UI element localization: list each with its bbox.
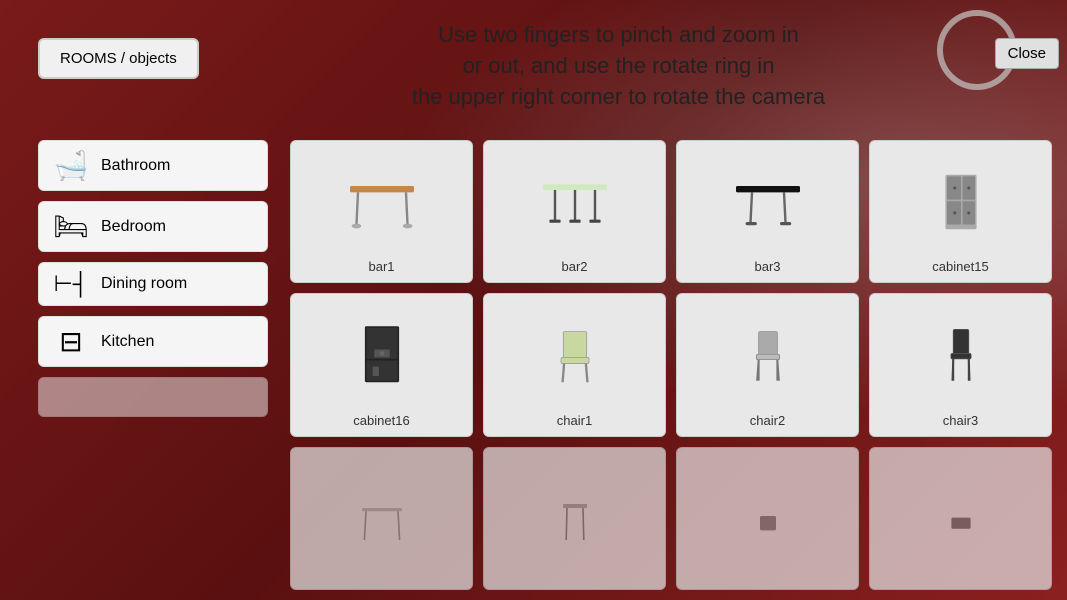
bar2-preview xyxy=(492,149,657,255)
object-bar1[interactable]: bar1 xyxy=(290,140,473,283)
cabinet15-icon xyxy=(921,167,1001,237)
object-item9[interactable] xyxy=(290,447,473,590)
item9-preview xyxy=(299,456,464,577)
object-bar2[interactable]: bar2 xyxy=(483,140,666,283)
chair3-label: chair3 xyxy=(943,413,978,428)
item11-preview xyxy=(685,456,850,577)
dining-room-icon: ⊢┤ xyxy=(53,271,89,297)
bar3-preview xyxy=(685,149,850,255)
object-item11[interactable] xyxy=(676,447,859,590)
bar1-icon xyxy=(342,167,422,237)
object-chair1[interactable]: chair1 xyxy=(483,293,666,436)
object-item12[interactable] xyxy=(869,447,1052,590)
item10-preview xyxy=(492,456,657,577)
sidebar-item-bedroom[interactable]: 🛏 Bedroom xyxy=(38,201,268,252)
object-chair2[interactable]: chair2 xyxy=(676,293,859,436)
chair1-label: chair1 xyxy=(557,413,592,428)
cabinet16-preview xyxy=(299,302,464,408)
bar1-label: bar1 xyxy=(368,259,394,274)
cabinet15-preview xyxy=(878,149,1043,255)
object-bar3[interactable]: bar3 xyxy=(676,140,859,283)
close-button[interactable]: Close xyxy=(995,38,1059,69)
cabinet16-label: cabinet16 xyxy=(353,413,409,428)
chair3-preview xyxy=(878,302,1043,408)
sidebar-item-label: Dining room xyxy=(101,275,187,293)
bar1-preview xyxy=(299,149,464,255)
sidebar-item-label: Bathroom xyxy=(101,157,170,175)
chair3-icon xyxy=(921,320,1001,390)
chair2-label: chair2 xyxy=(750,413,785,428)
cabinet15-label: cabinet15 xyxy=(932,259,988,274)
bedroom-icon: 🛏 xyxy=(53,210,89,243)
chair2-icon xyxy=(728,320,808,390)
sidebar-item-label: Bedroom xyxy=(101,218,166,236)
object-item10[interactable] xyxy=(483,447,666,590)
item12-preview xyxy=(878,456,1043,577)
chair2-preview xyxy=(685,302,850,408)
item11-icon xyxy=(728,481,808,551)
chair1-icon xyxy=(535,320,615,390)
instruction-text: Use two fingers to pinch and zoom in or … xyxy=(270,20,967,112)
object-cabinet16[interactable]: cabinet16 xyxy=(290,293,473,436)
sidebar-item-more[interactable] xyxy=(38,377,268,417)
item10-icon xyxy=(535,481,615,551)
kitchen-icon: ⊟ xyxy=(53,325,89,358)
item9-icon xyxy=(342,481,422,551)
sidebar-item-label: Kitchen xyxy=(101,333,154,351)
sidebar-item-bathroom[interactable]: 🛁 Bathroom xyxy=(38,140,268,191)
bar2-icon xyxy=(535,167,615,237)
chair1-preview xyxy=(492,302,657,408)
object-chair3[interactable]: chair3 xyxy=(869,293,1052,436)
sidebar-item-dining-room[interactable]: ⊢┤ Dining room xyxy=(38,262,268,306)
object-cabinet15[interactable]: cabinet15 xyxy=(869,140,1052,283)
bar3-label: bar3 xyxy=(754,259,780,274)
bar2-label: bar2 xyxy=(561,259,587,274)
sidebar-item-kitchen[interactable]: ⊟ Kitchen xyxy=(38,316,268,367)
objects-grid: bar1 bar2 bar3 xyxy=(290,140,1052,590)
cabinet16-icon xyxy=(342,320,422,390)
bar3-icon xyxy=(728,167,808,237)
item12-icon xyxy=(921,481,1001,551)
sidebar: 🛁 Bathroom 🛏 Bedroom ⊢┤ Dining room ⊟ Ki… xyxy=(38,140,268,417)
bathroom-icon: 🛁 xyxy=(53,149,89,182)
rooms-objects-button[interactable]: ROOMS / objects xyxy=(38,38,199,79)
